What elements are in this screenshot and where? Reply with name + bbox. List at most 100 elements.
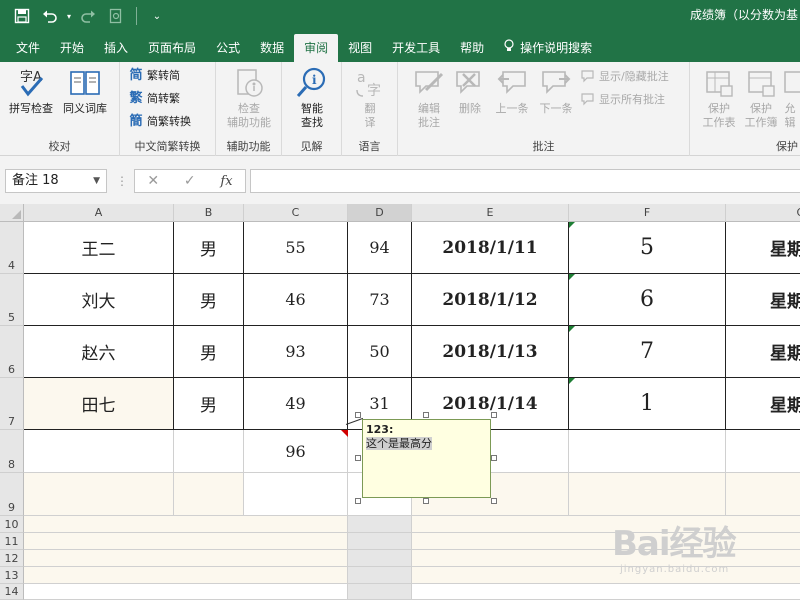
formula-bar-grip-icon[interactable]: ⋮ [116, 169, 128, 193]
redo-icon[interactable] [74, 2, 102, 30]
cell-g8[interactable] [726, 430, 800, 473]
print-preview-icon[interactable] [102, 2, 130, 30]
cell-d6[interactable]: 50 [348, 326, 412, 378]
row-header-13[interactable]: 13 [0, 567, 24, 584]
name-box-dropdown-icon[interactable]: ▼ [93, 170, 100, 192]
cell-c6[interactable]: 93 [244, 326, 348, 378]
column-header-a[interactable]: A [24, 204, 174, 222]
cell-a7[interactable]: 田七 [24, 378, 174, 430]
column-header-e[interactable]: E [412, 204, 569, 222]
cell-f8[interactable] [569, 430, 726, 473]
cell-f7[interactable]: 1 [569, 378, 726, 430]
cell-b7[interactable]: 男 [174, 378, 244, 430]
tab-help[interactable]: 帮助 [450, 34, 494, 62]
show-all-comments-button[interactable]: 显示所有批注 [580, 90, 665, 110]
tab-data[interactable]: 数据 [250, 34, 294, 62]
cell-d14[interactable] [348, 584, 412, 600]
row-12-cells[interactable] [24, 550, 348, 567]
cancel-icon[interactable]: ✕ [147, 173, 159, 189]
cell-c5[interactable]: 46 [244, 274, 348, 326]
cell-e4[interactable]: 2018/1/11 [412, 222, 569, 274]
cell-d4[interactable]: 94 [348, 222, 412, 274]
error-indicator-f4[interactable] [569, 222, 575, 228]
cell-a8[interactable] [24, 430, 174, 473]
tab-review[interactable]: 审阅 [294, 34, 339, 62]
cell-f4[interactable]: 5 [569, 222, 726, 274]
insert-function-button[interactable]: fx [220, 174, 232, 189]
name-box[interactable]: 备注 18 ▼ [5, 169, 107, 193]
tab-formulas[interactable]: 公式 [206, 34, 250, 62]
cell-a4[interactable]: 王二 [24, 222, 174, 274]
error-indicator-f6[interactable] [569, 326, 575, 332]
cell-b4[interactable]: 男 [174, 222, 244, 274]
row-header-4[interactable]: 4 [0, 222, 24, 274]
cell-f6[interactable]: 7 [569, 326, 726, 378]
cell-g5[interactable]: 星期 [726, 274, 800, 326]
column-header-c[interactable]: C [244, 204, 348, 222]
row-header-14[interactable]: 14 [0, 584, 24, 600]
error-indicator-f5[interactable] [569, 274, 575, 280]
cell-b6[interactable]: 男 [174, 326, 244, 378]
error-indicator-f7[interactable] [569, 378, 575, 384]
comment-handle-mr[interactable] [491, 455, 497, 461]
cell-a6[interactable]: 赵六 [24, 326, 174, 378]
row-header-12[interactable]: 12 [0, 550, 24, 567]
comment-indicator-c8[interactable] [341, 430, 348, 437]
tab-file[interactable]: 文件 [6, 34, 50, 62]
thesaurus-button[interactable]: 同义词库 [60, 66, 110, 116]
cell-c8[interactable]: 96 [244, 430, 348, 473]
row-14-cells-right[interactable] [412, 584, 800, 600]
cell-b5[interactable]: 男 [174, 274, 244, 326]
cell-g9[interactable] [726, 473, 800, 516]
cell-d10[interactable] [348, 516, 412, 533]
comment-handle-tr[interactable] [491, 412, 497, 418]
cell-a5[interactable]: 刘大 [24, 274, 174, 326]
undo-dropdown-icon[interactable]: ▾ [64, 2, 74, 30]
comment-handle-tc[interactable] [423, 412, 429, 418]
to-traditional-button[interactable]: 繁简转繁 [128, 89, 180, 109]
smart-lookup-button[interactable]: i 智能 查找 [287, 66, 337, 130]
check-accessibility-button[interactable]: 检查 辅助功能 [224, 66, 274, 130]
cell-c4[interactable]: 55 [244, 222, 348, 274]
cell-g4[interactable]: 星期 [726, 222, 800, 274]
tab-page-layout[interactable]: 页面布局 [138, 34, 206, 62]
column-header-d[interactable]: D [348, 204, 412, 222]
convert-button[interactable]: 簡简繁转换 [128, 112, 191, 132]
previous-comment-button[interactable]: 上一条 [487, 66, 537, 116]
cell-c7[interactable]: 49 [244, 378, 348, 430]
comment-handle-br[interactable] [491, 498, 497, 504]
cell-c9[interactable] [244, 473, 348, 516]
next-comment-button[interactable]: 下一条 [531, 66, 581, 116]
comment-handle-ml[interactable] [355, 455, 361, 461]
row-header-10[interactable]: 10 [0, 516, 24, 533]
column-header-b[interactable]: B [174, 204, 244, 222]
save-icon[interactable] [8, 2, 36, 30]
formula-input[interactable] [250, 169, 800, 193]
enter-icon[interactable]: ✓ [184, 173, 196, 189]
row-header-6[interactable]: 6 [0, 326, 24, 378]
row-header-7[interactable]: 7 [0, 378, 24, 430]
row-header-8[interactable]: 8 [0, 430, 24, 473]
comment-box[interactable]: 123: 这个是最高分 [362, 419, 491, 498]
cell-e6[interactable]: 2018/1/13 [412, 326, 569, 378]
show-hide-comment-button[interactable]: 显示/隐藏批注 [580, 67, 669, 87]
cell-g6[interactable]: 星期 [726, 326, 800, 378]
tab-home[interactable]: 开始 [50, 34, 94, 62]
cell-d11[interactable] [348, 533, 412, 550]
cell-g7[interactable]: 星期 [726, 378, 800, 430]
cell-d5[interactable]: 73 [348, 274, 412, 326]
protect-workbook-button[interactable]: 保护 工作簿 [736, 66, 786, 130]
allow-edit-ranges-button[interactable]: 允 辑 [780, 66, 800, 130]
row-header-11[interactable]: 11 [0, 533, 24, 550]
cell-d13[interactable] [348, 567, 412, 584]
comment-text[interactable]: 这个是最高分 [366, 437, 432, 450]
spell-check-button[interactable]: 字A 拼写检查 [6, 66, 56, 116]
comment-handle-bl[interactable] [355, 498, 361, 504]
row-14-cells[interactable] [24, 584, 348, 600]
row-header-9[interactable]: 9 [0, 473, 24, 516]
tell-me-search[interactable]: 操作说明搜索 [494, 34, 602, 62]
cell-f5[interactable]: 6 [569, 274, 726, 326]
tab-developer[interactable]: 开发工具 [382, 34, 450, 62]
tab-view[interactable]: 视图 [338, 34, 382, 62]
select-all-corner[interactable] [0, 204, 24, 222]
